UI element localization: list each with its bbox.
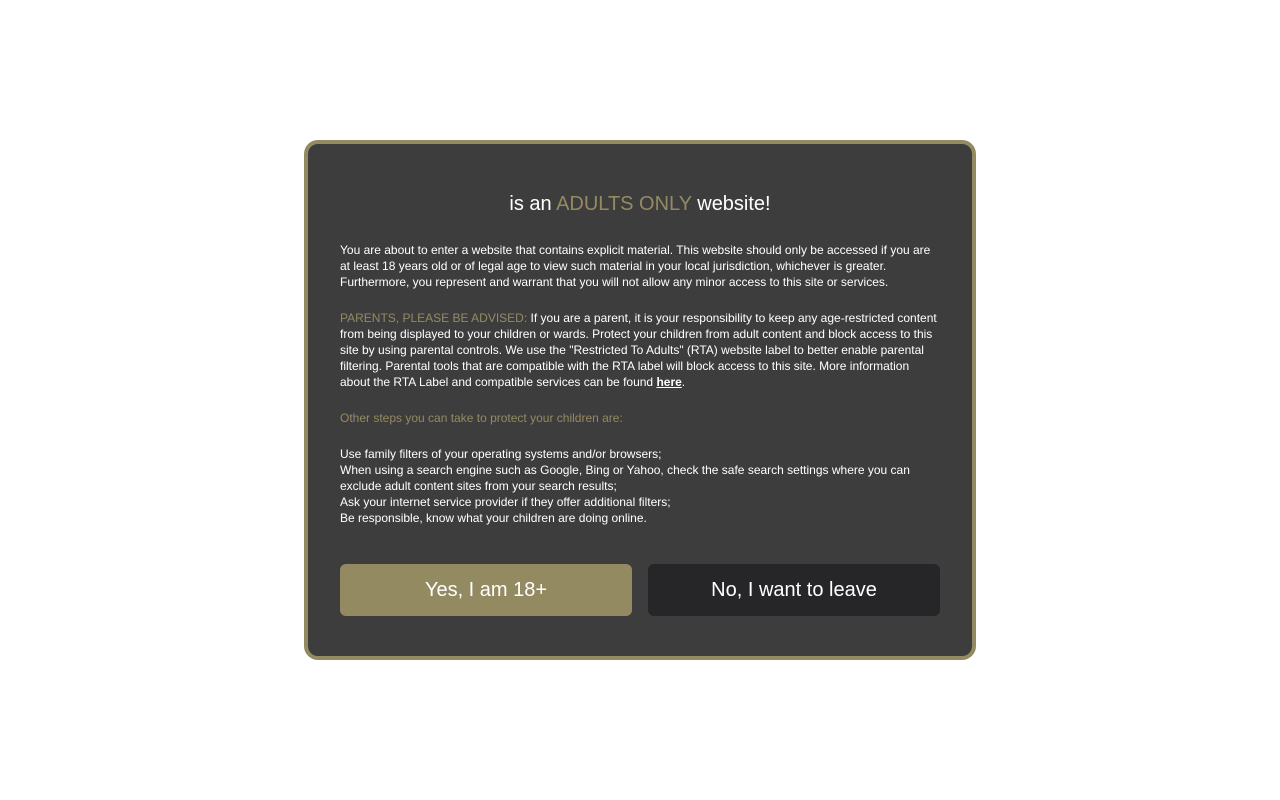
- title-prefix: is an: [509, 193, 557, 215]
- parents-end: .: [681, 375, 686, 389]
- title-accent: ADULTS ONLY: [556, 193, 692, 215]
- confirm-age-button[interactable]: Yes, I am 18+: [340, 564, 632, 616]
- list-item: Ask your internet service provider if th…: [340, 495, 671, 509]
- list-item: Use family filters of your operating sys…: [340, 447, 662, 461]
- leave-button[interactable]: No, I want to leave: [648, 564, 940, 616]
- title-suffix: website!: [691, 193, 771, 215]
- age-verification-modal: is an ADULTS ONLY website! You are about…: [304, 140, 976, 660]
- parents-advisory: PARENTS, PLEASE BE ADVISED: If you are a…: [340, 310, 940, 390]
- list-item: When using a search engine such as Googl…: [340, 463, 910, 493]
- parents-label: PARENTS, PLEASE BE ADVISED:: [340, 311, 528, 325]
- button-row: Yes, I am 18+ No, I want to leave: [340, 564, 940, 616]
- rta-here-link[interactable]: here: [656, 375, 681, 389]
- intro-text: You are about to enter a website that co…: [340, 243, 931, 289]
- steps-heading: Other steps you can take to protect your…: [340, 411, 623, 425]
- list-item: Be responsible, know what your children …: [340, 511, 647, 525]
- steps-list: Use family filters of your operating sys…: [340, 446, 940, 526]
- modal-title: is an ADULTS ONLY website!: [340, 190, 940, 218]
